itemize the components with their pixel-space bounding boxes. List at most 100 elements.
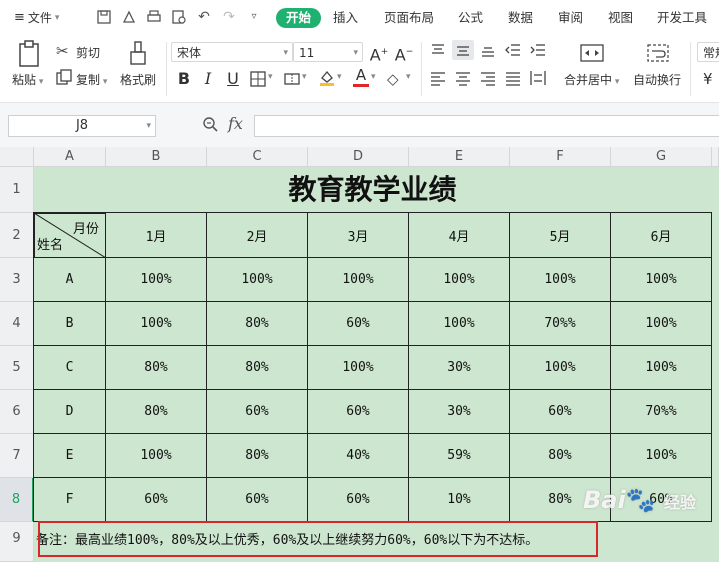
column-header-c[interactable]: C: [207, 147, 308, 167]
score-cell[interactable]: 100%: [611, 434, 712, 478]
scissors-icon[interactable]: ✂: [56, 42, 69, 60]
chevron-down-icon[interactable]: ▾: [337, 72, 342, 82]
cut-button[interactable]: 剪切: [76, 44, 100, 61]
score-cell[interactable]: 100%: [308, 258, 409, 302]
month-header-cell[interactable]: 4月: [409, 213, 510, 258]
score-cell[interactable]: 60%: [308, 302, 409, 346]
score-cell[interactable]: 60%: [207, 390, 308, 434]
name-cell[interactable]: C: [34, 346, 106, 390]
select-all-corner[interactable]: [0, 147, 34, 167]
number-format-select[interactable]: 常规: [697, 42, 719, 62]
italic-button[interactable]: I: [198, 68, 218, 90]
score-cell[interactable]: 40%: [308, 434, 409, 478]
score-cell[interactable]: 100%: [611, 346, 712, 390]
score-cell[interactable]: 100%: [611, 258, 712, 302]
redo-icon[interactable]: ↷: [221, 9, 237, 25]
row-header-4[interactable]: 4: [0, 302, 34, 346]
column-header-a[interactable]: A: [34, 147, 106, 167]
wrap-text-icon[interactable]: [646, 42, 670, 67]
tab-page-layout[interactable]: 页面布局: [384, 8, 434, 28]
copy-icon[interactable]: [56, 69, 72, 88]
tab-home[interactable]: 开始: [276, 8, 322, 28]
tab-data[interactable]: 数据: [508, 8, 533, 28]
score-cell[interactable]: 59%: [409, 434, 510, 478]
name-cell[interactable]: D: [34, 390, 106, 434]
score-cell[interactable]: 100%: [106, 302, 207, 346]
score-cell[interactable]: 100%: [106, 434, 207, 478]
merge-center-icon[interactable]: [580, 42, 604, 67]
tab-developer[interactable]: 开发工具: [657, 8, 707, 28]
copy-button[interactable]: 复制 ▾: [76, 71, 107, 88]
align-bottom-icon[interactable]: [480, 42, 496, 61]
align-left-icon[interactable]: [430, 70, 446, 89]
name-cell[interactable]: B: [34, 302, 106, 346]
score-cell[interactable]: 60%: [308, 478, 409, 522]
column-header-d[interactable]: D: [308, 147, 409, 167]
merge-center-button[interactable]: 合并居中 ▾: [564, 71, 619, 88]
tab-formulas[interactable]: 公式: [458, 8, 483, 28]
underline-button[interactable]: U: [223, 68, 243, 90]
diagonal-header-cell[interactable]: 月份 姓名: [34, 213, 106, 258]
align-right-icon[interactable]: [480, 70, 496, 89]
function-icon[interactable]: fx: [228, 114, 243, 133]
save-icon[interactable]: [96, 9, 112, 25]
score-cell[interactable]: 70%%: [611, 390, 712, 434]
chevron-down-icon[interactable]: ▾: [371, 72, 376, 82]
score-cell[interactable]: 60%: [207, 478, 308, 522]
score-cell[interactable]: 100%: [207, 258, 308, 302]
chevron-down-icon[interactable]: ▾: [406, 72, 411, 82]
tab-review[interactable]: 审阅: [558, 8, 583, 28]
tab-insert[interactable]: 插入: [333, 8, 358, 28]
month-header-cell[interactable]: 5月: [510, 213, 611, 258]
chevron-down-icon[interactable]: ▾: [268, 72, 273, 82]
paste-icon[interactable]: [16, 40, 42, 68]
column-header-h[interactable]: [712, 147, 719, 167]
fill-color-icon[interactable]: [318, 69, 336, 90]
score-cell[interactable]: 80%: [106, 346, 207, 390]
align-top-icon[interactable]: [430, 42, 446, 61]
quick-access-dropdown-icon[interactable]: ▿: [246, 9, 262, 25]
sheet-title[interactable]: 教育教学业绩: [34, 167, 711, 213]
row-header-2[interactable]: 2: [0, 213, 34, 258]
score-cell[interactable]: 70%%: [510, 302, 611, 346]
score-cell[interactable]: 80%: [207, 434, 308, 478]
print-icon[interactable]: [146, 9, 162, 25]
row-header-5[interactable]: 5: [0, 346, 34, 390]
wrap-text-button[interactable]: 自动换行: [633, 71, 681, 88]
print-preview-icon[interactable]: [171, 9, 187, 25]
increase-indent-icon[interactable]: [530, 42, 546, 61]
row-header-9[interactable]: 9: [0, 522, 34, 562]
score-cell[interactable]: 80%: [510, 434, 611, 478]
score-cell[interactable]: 100%: [510, 258, 611, 302]
align-center-icon[interactable]: [455, 70, 471, 89]
column-header-e[interactable]: E: [409, 147, 510, 167]
row-header-7[interactable]: 7: [0, 434, 34, 478]
justify-icon[interactable]: [505, 70, 521, 89]
score-cell[interactable]: 80%: [207, 346, 308, 390]
row-header-8[interactable]: 8: [0, 478, 34, 522]
column-header-g[interactable]: G: [611, 147, 712, 167]
chevron-down-icon[interactable]: ▾: [302, 72, 307, 82]
month-header-cell[interactable]: 2月: [207, 213, 308, 258]
month-header-cell[interactable]: 6月: [611, 213, 712, 258]
name-cell[interactable]: A: [34, 258, 106, 302]
score-cell[interactable]: 100%: [611, 302, 712, 346]
score-cell[interactable]: 60%: [308, 390, 409, 434]
score-cell[interactable]: 100%: [409, 258, 510, 302]
column-header-f[interactable]: F: [510, 147, 611, 167]
formula-input[interactable]: [254, 115, 719, 137]
format-painter-icon[interactable]: [128, 40, 148, 68]
decrease-indent-icon[interactable]: [505, 42, 521, 61]
export-icon[interactable]: [121, 9, 137, 25]
format-painter-button[interactable]: 格式刷: [120, 71, 156, 88]
undo-icon[interactable]: ↶: [196, 9, 212, 25]
score-cell[interactable]: 80%: [106, 390, 207, 434]
row-header-1[interactable]: 1: [0, 167, 34, 213]
file-menu[interactable]: ≡ 文件 ▾: [14, 9, 59, 26]
score-cell[interactable]: 60%: [106, 478, 207, 522]
currency-format-button[interactable]: ¥: [703, 70, 713, 88]
score-cell[interactable]: 100%: [106, 258, 207, 302]
month-header-cell[interactable]: 3月: [308, 213, 409, 258]
month-header-cell[interactable]: 1月: [106, 213, 207, 258]
score-cell[interactable]: 100%: [308, 346, 409, 390]
